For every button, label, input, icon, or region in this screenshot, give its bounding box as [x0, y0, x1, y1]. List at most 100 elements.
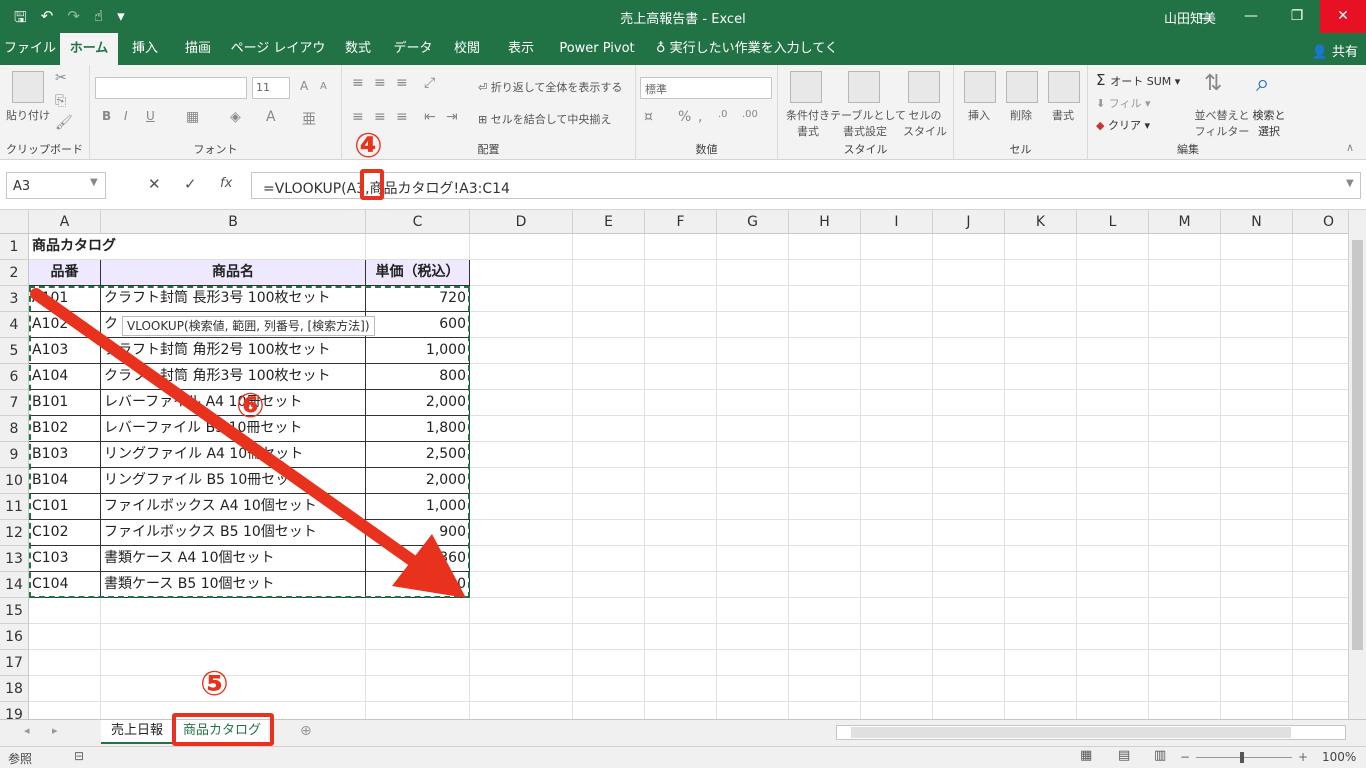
cell[interactable] [1077, 598, 1149, 624]
column-header[interactable]: J [933, 210, 1005, 234]
cell[interactable] [861, 286, 933, 312]
cell[interactable] [1293, 364, 1348, 390]
cell[interactable] [1077, 572, 1149, 598]
cancel-icon[interactable]: ✕ [148, 175, 161, 193]
cell[interactable] [29, 624, 101, 650]
cell[interactable] [366, 234, 470, 260]
cell[interactable] [789, 416, 861, 442]
cell[interactable] [645, 520, 717, 546]
cell[interactable] [1293, 312, 1348, 338]
ribbon-display-icon[interactable]: ▭ [1182, 0, 1228, 33]
tab-insert[interactable]: 挿入 [120, 33, 170, 65]
cell[interactable] [573, 442, 645, 468]
column-header[interactable]: L [1077, 210, 1149, 234]
cell[interactable] [645, 312, 717, 338]
cell[interactable] [1221, 260, 1293, 286]
cell[interactable] [1149, 416, 1221, 442]
align-right-icon[interactable]: ≡ [396, 109, 408, 125]
cell[interactable] [645, 546, 717, 572]
cell[interactable] [789, 312, 861, 338]
conditional-format-button[interactable]: 条件付き 書式 [782, 107, 834, 139]
cell[interactable] [717, 338, 789, 364]
cell[interactable] [1149, 286, 1221, 312]
italic-button[interactable]: I [124, 109, 128, 123]
cell[interactable] [789, 520, 861, 546]
cell[interactable] [1293, 390, 1348, 416]
tab-formulas[interactable]: 数式 [332, 33, 384, 65]
column-header[interactable]: I [861, 210, 933, 234]
cell[interactable] [645, 650, 717, 676]
cell[interactable] [1221, 572, 1293, 598]
conditional-format-icon[interactable] [790, 71, 822, 103]
column-header[interactable]: H [789, 210, 861, 234]
cell[interactable] [1077, 468, 1149, 494]
cell[interactable] [1149, 702, 1221, 719]
cell[interactable] [861, 624, 933, 650]
cell[interactable] [1293, 572, 1348, 598]
fill-color-icon[interactable]: ◈ [230, 109, 241, 125]
cell[interactable] [717, 520, 789, 546]
horizontal-scrollbar[interactable] [836, 725, 1346, 740]
cell[interactable] [933, 416, 1005, 442]
row-header[interactable]: 14 [0, 572, 29, 598]
row-header[interactable]: 19 [0, 702, 29, 719]
cell[interactable] [717, 468, 789, 494]
cell[interactable] [1293, 338, 1348, 364]
cell[interactable] [1077, 416, 1149, 442]
format-as-table-icon[interactable] [848, 71, 880, 103]
cell[interactable] [366, 598, 470, 624]
cell[interactable] [1077, 650, 1149, 676]
row-header[interactable]: 9 [0, 442, 29, 468]
cell[interactable] [1221, 676, 1293, 702]
cell[interactable] [470, 234, 573, 260]
cell[interactable] [789, 598, 861, 624]
shrink-font-icon[interactable]: A [320, 81, 327, 92]
row-header[interactable]: 17 [0, 650, 29, 676]
cell[interactable] [470, 520, 573, 546]
name-box-dropdown-icon[interactable]: ▼ [90, 177, 98, 188]
cell[interactable] [645, 676, 717, 702]
cell[interactable] [470, 494, 573, 520]
cell[interactable] [470, 598, 573, 624]
tab-view[interactable]: 表示 [496, 33, 546, 65]
find-select-icon[interactable]: ⌕ [1256, 69, 1269, 97]
cell[interactable] [1149, 234, 1221, 260]
align-top-icon[interactable]: ≡ [352, 75, 364, 91]
cell[interactable] [645, 338, 717, 364]
bold-button[interactable]: B [102, 109, 111, 123]
cell[interactable] [1077, 494, 1149, 520]
cell[interactable] [861, 468, 933, 494]
cell[interactable] [1005, 364, 1077, 390]
cell[interactable] [933, 286, 1005, 312]
cell[interactable] [1221, 338, 1293, 364]
format-painter-icon[interactable]: 🖌 [55, 115, 73, 131]
cell[interactable] [1005, 624, 1077, 650]
normal-view-icon[interactable]: ▦ [1080, 748, 1092, 763]
currency-icon[interactable]: ¤ [644, 109, 653, 125]
cell[interactable] [573, 650, 645, 676]
cell[interactable] [470, 286, 573, 312]
cell[interactable] [717, 286, 789, 312]
sheet-tab-sales-daily[interactable]: 売上日報 [101, 720, 173, 744]
cell[interactable] [573, 494, 645, 520]
cell[interactable] [861, 598, 933, 624]
cell[interactable] [1149, 676, 1221, 702]
cell[interactable] [573, 260, 645, 286]
cell[interactable] [861, 364, 933, 390]
cell[interactable] [645, 416, 717, 442]
cell[interactable] [1293, 546, 1348, 572]
cell[interactable] [470, 338, 573, 364]
cell[interactable] [573, 338, 645, 364]
cell[interactable] [1149, 260, 1221, 286]
cell[interactable] [933, 598, 1005, 624]
find-select-button[interactable]: 検索と 選択 [1250, 107, 1288, 139]
cell[interactable] [1005, 520, 1077, 546]
cell[interactable] [573, 624, 645, 650]
cell[interactable] [573, 598, 645, 624]
autosum-button[interactable]: Σ オート SUM ▾ [1096, 71, 1180, 89]
cell[interactable] [789, 546, 861, 572]
worksheet-grid[interactable]: A B C D E F G H I J K L M N O 1 商品カタログ 2 品番… [0, 210, 1348, 719]
column-header[interactable]: F [645, 210, 717, 234]
cell[interactable] [1077, 260, 1149, 286]
cell[interactable] [470, 624, 573, 650]
